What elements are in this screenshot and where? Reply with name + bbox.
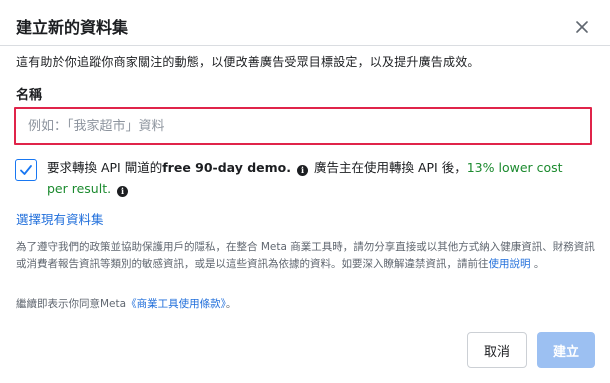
header-divider <box>0 45 610 46</box>
checkmark-icon <box>20 165 32 175</box>
gateway-text-green-1: 13% lower cost <box>466 160 563 175</box>
info-icon[interactable]: i <box>297 165 308 176</box>
info-icon[interactable]: i <box>117 186 129 197</box>
name-input[interactable] <box>16 109 590 143</box>
cancel-button[interactable]: 取消 <box>467 332 527 368</box>
gateway-text-bold: free 90-day demo. <box>162 160 292 175</box>
name-input-wrapper <box>14 107 592 145</box>
privacy-notice: 為了遵守我們的政策並協助保護用戶的隱私，在整合 Meta 商業工具時，請勿分享直… <box>16 239 596 273</box>
dialog-title: 建立新的資料集 <box>16 18 129 37</box>
business-terms-link[interactable]: 《商業工具使用條款》 <box>126 298 226 310</box>
terms-suffix: 。 <box>225 298 237 310</box>
close-icon[interactable] <box>572 17 592 37</box>
name-label: 名稱 <box>16 88 43 103</box>
help-center-link[interactable]: 使用說明 <box>489 258 531 270</box>
select-existing-dataset-link[interactable]: 選擇現有資料集 <box>16 209 104 228</box>
gateway-text-part2: 廣告主在使用轉換 API 後， <box>313 160 467 175</box>
terms-notice: 繼續即表示你同意Meta《商業工具使用條款》。 <box>16 296 236 311</box>
gateway-text-green-2: per result. <box>47 181 112 196</box>
privacy-suffix: 。 <box>530 258 545 270</box>
gateway-text-part1: 要求轉換 API 閘道的 <box>47 160 163 175</box>
gateway-demo-text: 要求轉換 API 閘道的free 90-day demo. i 廣告主在使用轉換… <box>47 157 587 199</box>
create-button[interactable]: 建立 <box>537 332 595 368</box>
terms-prefix: 繼續即表示你同意Meta <box>16 298 127 310</box>
gateway-demo-checkbox[interactable] <box>15 159 37 181</box>
dialog-description: 這有助於你追蹤你商家關注的動態，以便改善廣告受眾目標設定，以及提升廣告成效。 <box>16 55 480 69</box>
create-dataset-dialog: 建立新的資料集 這有助於你追蹤你商家關注的動態，以便改善廣告受眾目標設定，以及提… <box>0 0 610 383</box>
